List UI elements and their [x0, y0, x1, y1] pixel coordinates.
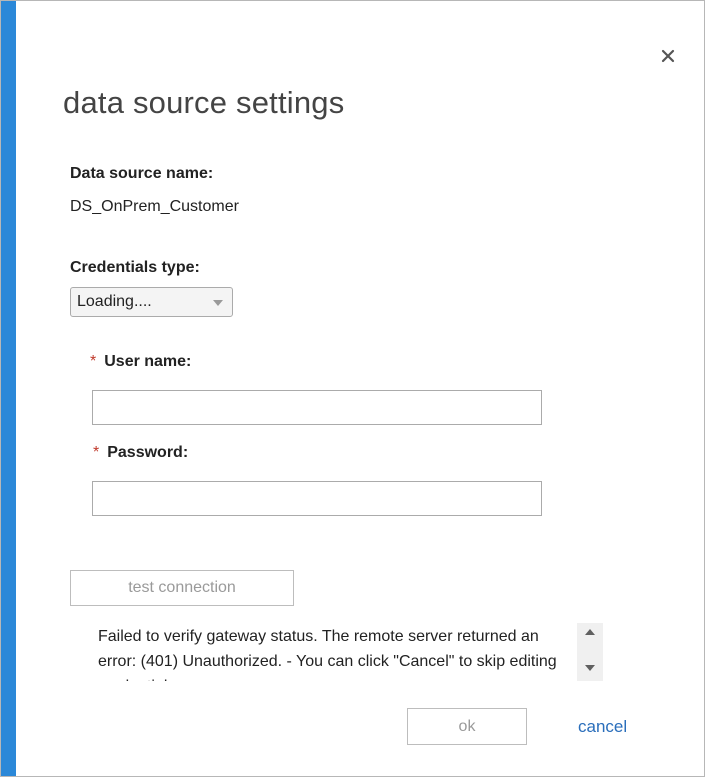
- data-source-settings-dialog: data source settings Data source name: D…: [0, 0, 705, 777]
- scroll-down-icon[interactable]: [585, 665, 595, 671]
- required-marker: *: [93, 444, 100, 461]
- close-button[interactable]: [653, 41, 683, 71]
- cancel-link[interactable]: cancel: [578, 717, 627, 737]
- password-input[interactable]: [92, 481, 542, 516]
- credentials-type-select[interactable]: Loading....: [70, 287, 233, 317]
- data-source-name-label: Data source name:: [70, 165, 214, 182]
- user-name-input[interactable]: [92, 390, 542, 425]
- credentials-type-selected: Loading....: [77, 293, 152, 310]
- data-source-name-value: DS_OnPrem_Customer: [70, 198, 239, 215]
- chevron-down-icon: [213, 300, 223, 306]
- user-name-label: * User name:: [90, 353, 191, 371]
- required-marker: *: [90, 353, 97, 370]
- user-name-label-text: User name:: [104, 353, 192, 370]
- ok-button[interactable]: ok: [407, 708, 527, 745]
- dialog-title: data source settings: [63, 85, 345, 120]
- test-connection-button[interactable]: test connection: [70, 570, 294, 606]
- password-label-text: Password:: [107, 444, 189, 461]
- credentials-type-label: Credentials type:: [70, 259, 200, 276]
- accent-bar: [1, 1, 16, 776]
- password-label: * Password:: [93, 444, 188, 462]
- scroll-up-icon[interactable]: [585, 629, 595, 635]
- error-scrollbar[interactable]: [577, 623, 603, 681]
- error-message: Failed to verify gateway status. The rem…: [98, 628, 557, 681]
- close-icon: [661, 49, 675, 63]
